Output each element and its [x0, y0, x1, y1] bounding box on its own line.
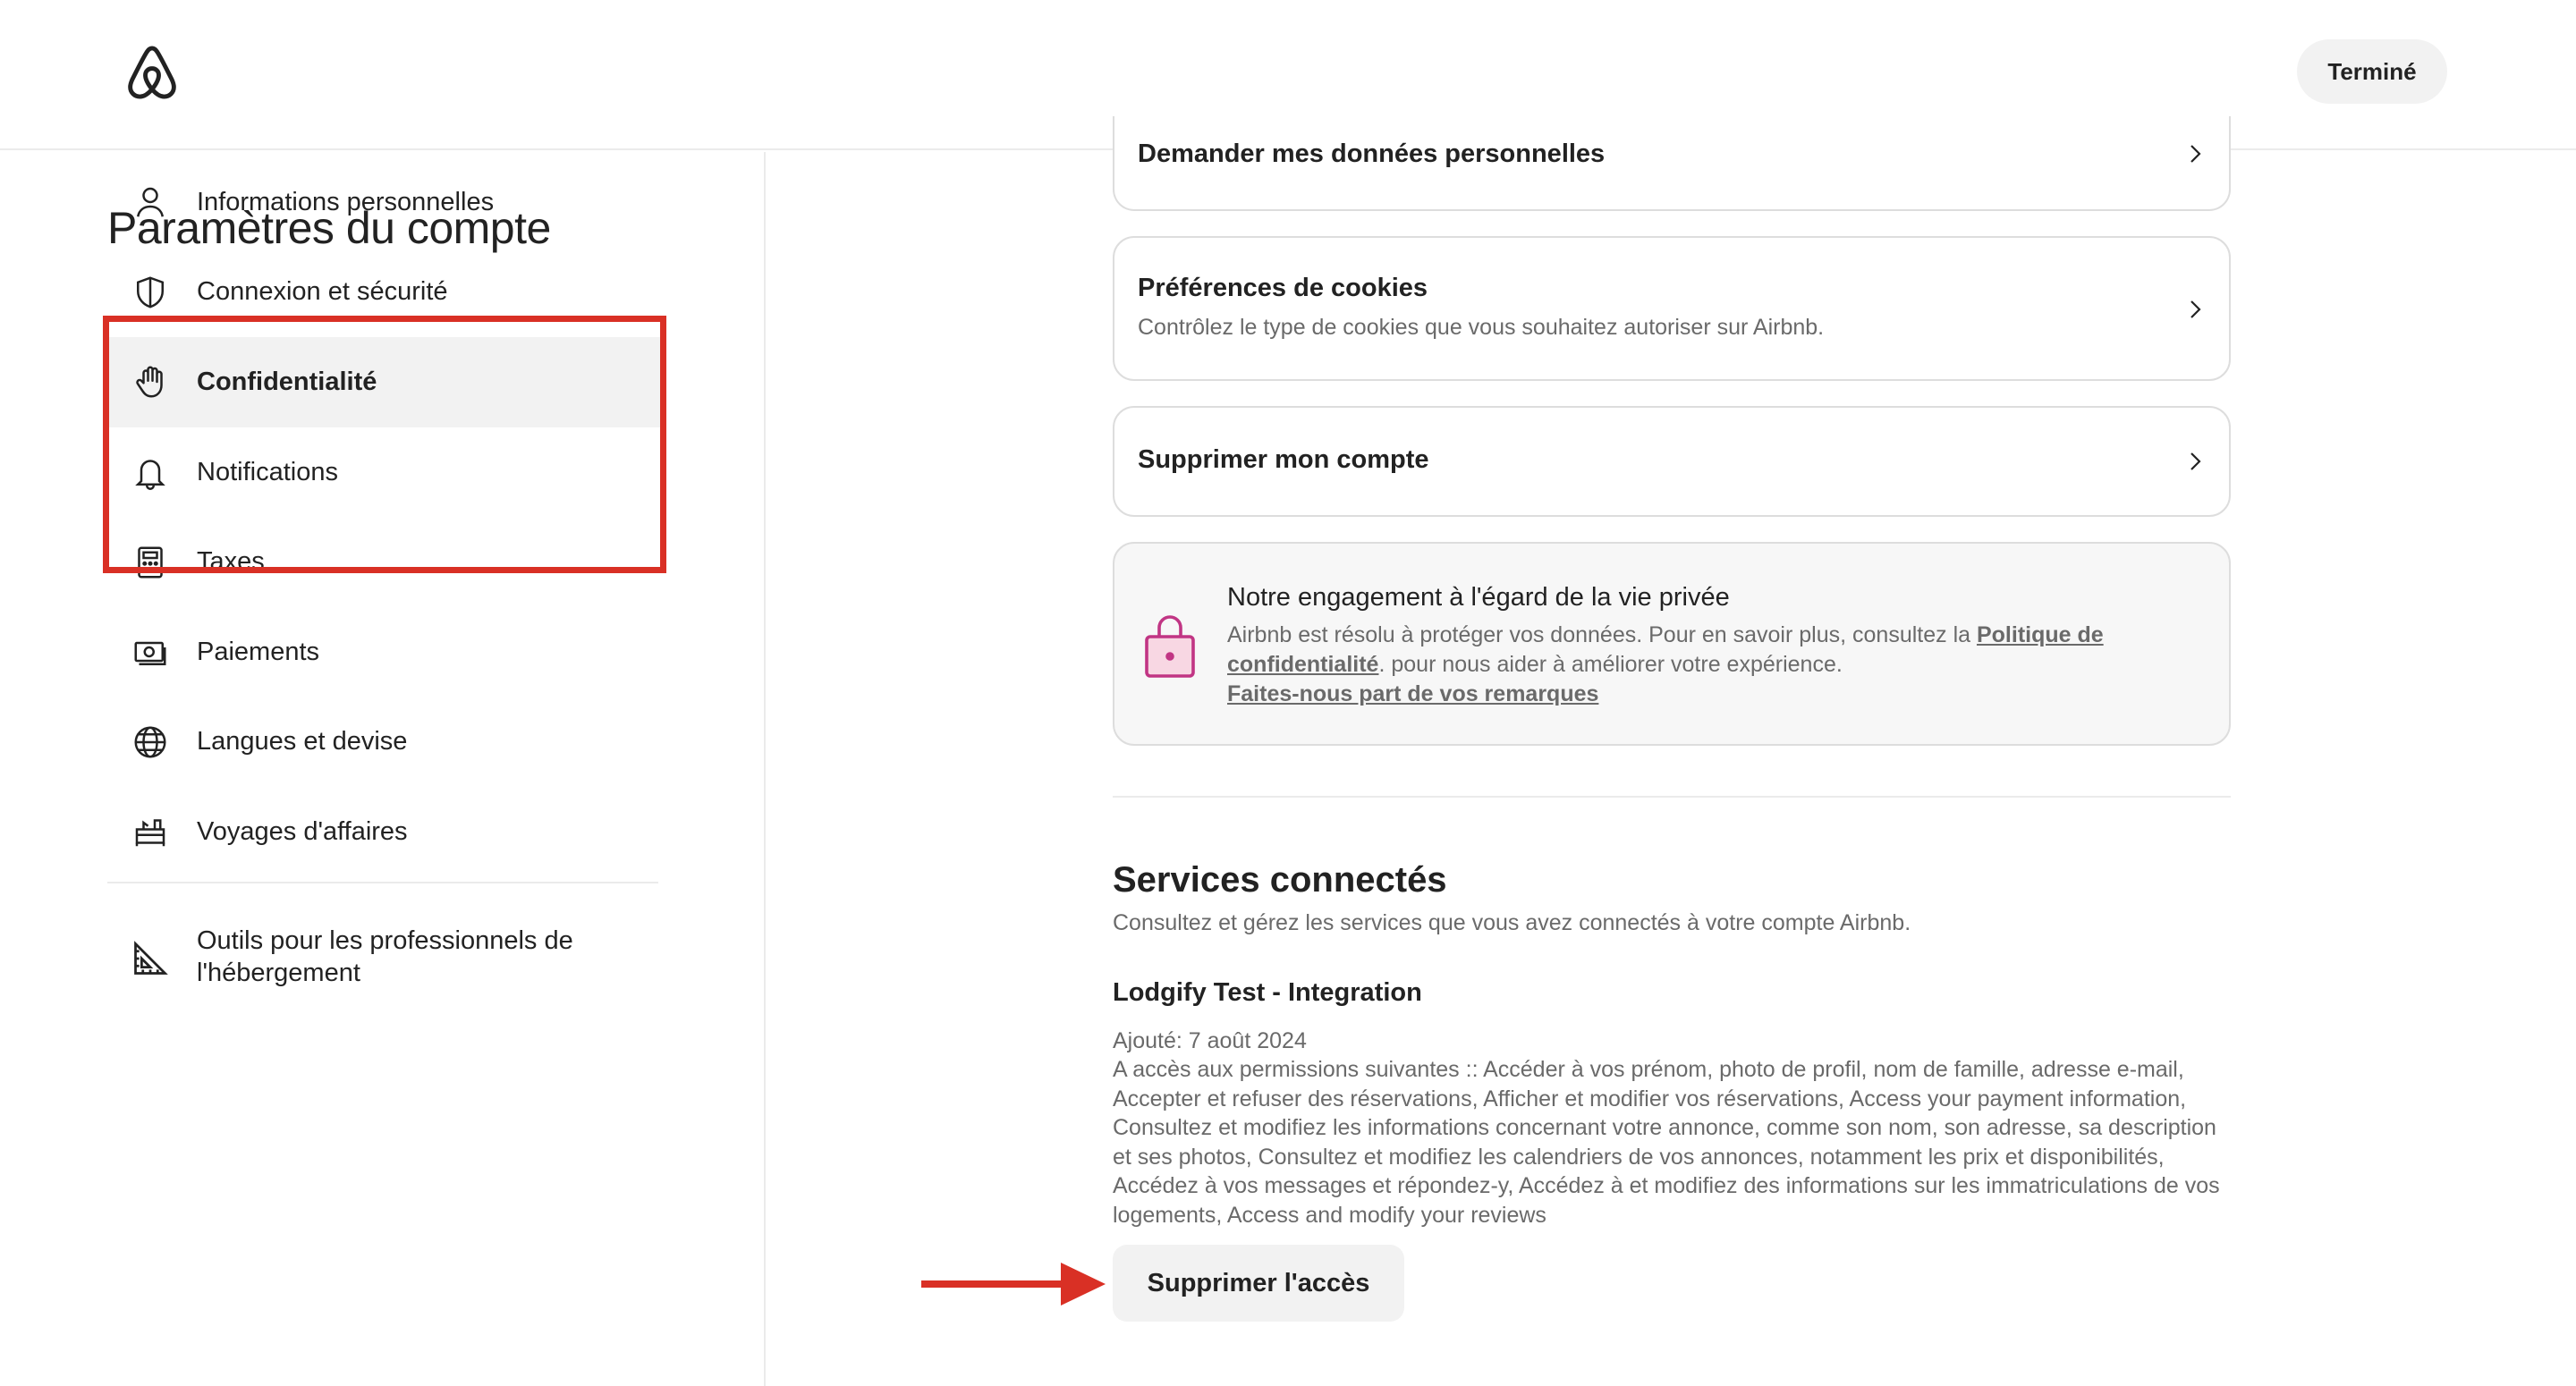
feedback-link[interactable]: Faites-nous part de vos remarques — [1227, 681, 1598, 706]
service-name: Lodgify Test - Integration — [1113, 978, 1422, 1007]
chevron-right-icon — [2184, 143, 2206, 165]
privacy-title: Notre engagement à l'égard de la vie pri… — [1227, 583, 1730, 612]
bell-icon — [131, 452, 170, 492]
globe-icon — [131, 723, 170, 762]
main-content: Demander mes données personnelles Préfér… — [1113, 0, 2231, 1386]
sidebar-item-pro-tools[interactable]: Outils pour les professionnels de l'hébe… — [131, 925, 631, 989]
delete-account-card[interactable]: Supprimer mon compte — [1113, 406, 2231, 517]
privacy-text-after: . pour nous aider à améliorer votre expé… — [1378, 652, 1843, 677]
briefcase-icon — [131, 812, 170, 851]
sidebar-item-languages[interactable]: Langues et devise — [107, 697, 662, 788]
sidebar-item-label: Voyages d'affaires — [197, 816, 408, 846]
privacy-commitment-card: Notre engagement à l'égard de la vie pri… — [1113, 542, 2231, 746]
ruler-triangle-icon — [131, 939, 170, 978]
sidebar-item-label: Notifications — [197, 457, 338, 486]
sidebar-item-privacy[interactable]: Confidentialité — [107, 337, 662, 427]
airbnb-logo-icon[interactable] — [125, 45, 179, 102]
sidebar-item-business-travel[interactable]: Voyages d'affaires — [107, 787, 662, 877]
sidebar-item-label: Informations personnelles — [197, 187, 495, 216]
cookie-preferences-card[interactable]: Préférences de cookies Contrôlez le type… — [1113, 236, 2231, 381]
sidebar-item-label: Paiements — [197, 637, 320, 666]
cookie-preferences-subtitle: Contrôlez le type de cookies que vous so… — [1138, 315, 1825, 340]
sidebar-item-label: Outils pour les professionnels de l'hébe… — [197, 926, 573, 987]
shield-icon — [131, 273, 170, 312]
hand-icon — [131, 362, 170, 401]
chevron-right-icon — [2184, 451, 2206, 472]
privacy-text: Airbnb est résolu à protéger vos données… — [1227, 621, 2166, 709]
person-icon — [131, 182, 170, 222]
settings-nav: Informations personnelles Connexion et s… — [107, 157, 662, 877]
sidebar-item-payments[interactable]: Paiements — [107, 607, 662, 697]
payment-icon — [131, 632, 170, 672]
service-added-date: Ajouté: 7 août 2024 — [1113, 1028, 1307, 1053]
calculator-icon — [131, 543, 170, 582]
request-data-card[interactable]: Demander mes données personnelles — [1113, 116, 2231, 211]
sidebar-item-login-security[interactable]: Connexion et sécurité — [107, 248, 662, 338]
service-permissions: A accès aux permissions suivantes :: Acc… — [1113, 1057, 2220, 1228]
sidebar-divider — [107, 882, 658, 883]
sidebar-item-taxes[interactable]: Taxes — [107, 517, 662, 607]
sidebar-item-label: Taxes — [197, 547, 265, 577]
remove-access-button[interactable]: Supprimer l'accès — [1113, 1245, 1404, 1322]
section-divider — [1113, 796, 2231, 798]
sidebar-item-label: Confidentialité — [197, 367, 377, 396]
sidebar-item-personal-info[interactable]: Informations personnelles — [107, 157, 662, 248]
lock-icon — [1141, 612, 1199, 680]
connected-services-title: Services connectés — [1113, 860, 1447, 900]
sidebar-item-label: Connexion et sécurité — [197, 277, 448, 307]
cookie-preferences-title: Préférences de cookies — [1138, 274, 1428, 302]
privacy-text-before: Airbnb est résolu à protéger vos données… — [1227, 622, 1977, 647]
sidebar-item-notifications[interactable]: Notifications — [107, 427, 662, 518]
annotation-arrow-icon — [921, 1263, 1106, 1306]
done-button[interactable]: Terminé — [2297, 39, 2447, 104]
delete-account-title: Supprimer mon compte — [1138, 445, 1429, 474]
request-data-title: Demander mes données personnelles — [1138, 139, 1606, 168]
sidebar-item-label: Langues et devise — [197, 727, 408, 756]
chevron-right-icon — [2184, 299, 2206, 320]
connected-services-subtitle: Consultez et gérez les services que vous… — [1113, 910, 1911, 935]
